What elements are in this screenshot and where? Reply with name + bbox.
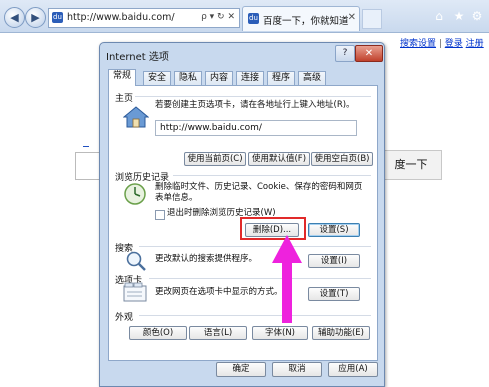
house-icon bbox=[123, 106, 149, 128]
ok-button[interactable]: 确定 bbox=[216, 362, 266, 377]
divider bbox=[173, 175, 371, 176]
tab-security[interactable]: 安全 bbox=[143, 71, 172, 85]
address-bar[interactable]: du http://www.baidu.com/ ρ ▾ ↻ ✕ bbox=[48, 8, 240, 28]
search-description: 更改默认的搜索提供程序。 bbox=[155, 254, 258, 264]
colors-button[interactable]: 颜色(O) bbox=[129, 326, 187, 340]
appearance-heading: 外观 bbox=[115, 313, 134, 323]
use-current-button[interactable]: 使用当前页(C) bbox=[184, 152, 246, 166]
divider bbox=[139, 315, 371, 316]
delete-on-exit-checkbox[interactable] bbox=[155, 210, 165, 220]
fonts-button[interactable]: 字体(N) bbox=[252, 326, 308, 340]
tab-advanced[interactable]: 高级 bbox=[298, 71, 327, 85]
search-settings-link[interactable]: 搜索设置 bbox=[400, 39, 436, 49]
dialog-title: Internet 选项 bbox=[106, 52, 169, 63]
divider bbox=[135, 96, 371, 97]
magnifier-icon bbox=[126, 251, 146, 271]
help-button[interactable]: ? bbox=[335, 45, 355, 62]
home-page-heading: 主页 bbox=[115, 94, 134, 104]
dialog-tabs: 常规 安全 隐私 内容 连接 程序 高级 bbox=[108, 69, 378, 86]
tab-general[interactable]: 常规 bbox=[108, 69, 137, 86]
cancel-button[interactable]: 取消 bbox=[272, 362, 322, 377]
history-clock-icon bbox=[124, 183, 146, 205]
home-page-description: 若要创建主页选项卡，请在各地址行上键入地址(R)。 bbox=[155, 100, 355, 110]
close-button[interactable]: ✕ bbox=[355, 45, 383, 62]
tabs-settings-button[interactable]: 设置(T) bbox=[308, 287, 360, 301]
favorites-star-icon[interactable]: ★ bbox=[452, 9, 466, 23]
new-tab-button[interactable] bbox=[362, 9, 382, 29]
login-link[interactable]: 登录 bbox=[445, 39, 463, 49]
browsing-history-description: 删除临时文件、历史记录、Cookie、保存的密码和网页表单信息。 bbox=[155, 182, 363, 203]
back-button[interactable]: ◀ bbox=[4, 7, 25, 28]
use-blank-button[interactable]: 使用空白页(B) bbox=[311, 152, 373, 166]
page-link-fragment[interactable] bbox=[83, 136, 89, 147]
site-favicon-icon: du bbox=[52, 12, 63, 23]
pointer-arrow-icon bbox=[272, 235, 302, 323]
home-page-url-field[interactable]: http://www.baidu.com/ bbox=[155, 120, 357, 136]
accessibility-button[interactable]: 辅助功能(E) bbox=[312, 326, 370, 340]
top-links: 搜索设置 | 登录 注册 bbox=[400, 39, 484, 49]
tab-privacy[interactable]: 隐私 bbox=[174, 71, 203, 85]
tab-connections[interactable]: 连接 bbox=[236, 71, 265, 85]
register-link[interactable]: 注册 bbox=[466, 39, 484, 49]
browser-tab[interactable]: du 百度一下，你就知道 ✕ bbox=[242, 6, 360, 31]
apply-button[interactable]: 应用(A) bbox=[328, 362, 378, 377]
address-controls[interactable]: ρ ▾ ↻ ✕ bbox=[201, 12, 235, 22]
history-settings-button[interactable]: 设置(S) bbox=[308, 223, 360, 237]
tab-title: 百度一下，你就知道 bbox=[263, 16, 349, 27]
address-url: http://www.baidu.com/ bbox=[67, 12, 175, 23]
divider bbox=[149, 278, 371, 279]
tab-close-icon[interactable]: ✕ bbox=[348, 12, 356, 23]
home-icon[interactable]: ⌂ bbox=[432, 9, 446, 23]
languages-button[interactable]: 语言(L) bbox=[189, 326, 247, 340]
tab-programs[interactable]: 程序 bbox=[267, 71, 296, 85]
tab-content[interactable]: 内容 bbox=[205, 71, 234, 85]
internet-options-dialog: Internet 选项 ? ✕ 常规 安全 隐私 内容 连接 程序 高级 主页 … bbox=[99, 42, 385, 387]
browser-toolbar: ◀ ▶ du http://www.baidu.com/ ρ ▾ ↻ ✕ du … bbox=[0, 0, 489, 33]
tools-gear-icon[interactable]: ⚙ bbox=[470, 9, 484, 23]
tab-favicon-icon: du bbox=[248, 13, 259, 24]
tabs-description: 更改网页在选项卡中显示的方式。 bbox=[155, 287, 283, 297]
search-settings-button[interactable]: 设置(I) bbox=[308, 254, 360, 268]
divider bbox=[139, 246, 371, 247]
tabs-window-icon bbox=[123, 282, 147, 302]
use-default-button[interactable]: 使用默认值(F) bbox=[248, 152, 310, 166]
search-button[interactable]: 度一下 bbox=[380, 150, 442, 180]
forward-button[interactable]: ▶ bbox=[25, 7, 46, 28]
